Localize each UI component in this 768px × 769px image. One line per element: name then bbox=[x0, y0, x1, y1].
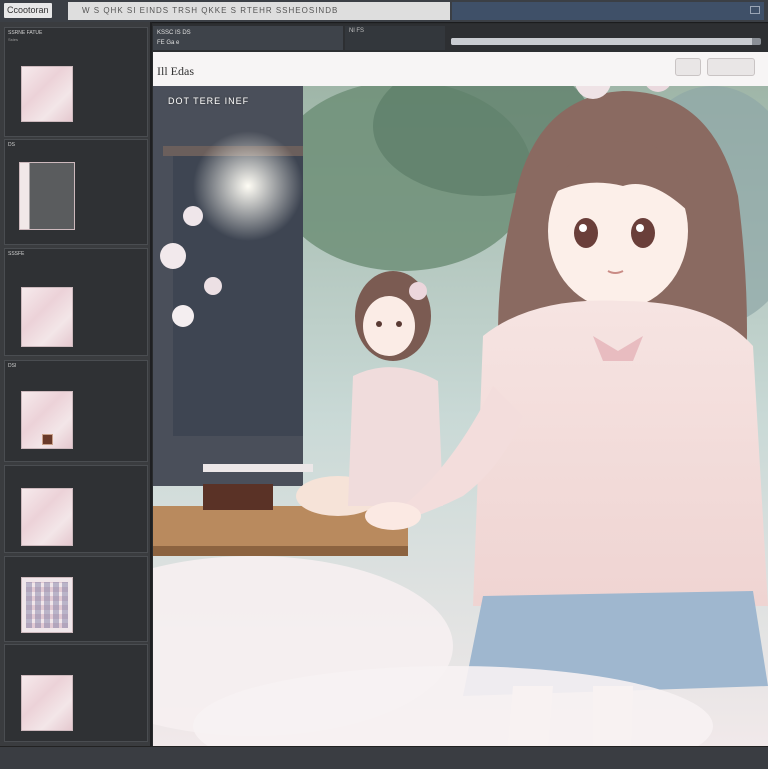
address-bar[interactable]: W S QHK SI EINDS TRSH QKKE S RTEHR SSHEO… bbox=[68, 2, 450, 20]
tab-secondary[interactable]: Nl FS bbox=[345, 26, 445, 50]
thumbnail[interactable] bbox=[21, 488, 73, 546]
sidebar-item-2[interactable]: DS bbox=[4, 139, 148, 245]
thumbnail[interactable] bbox=[21, 675, 73, 731]
window-maximize-icon[interactable] bbox=[750, 6, 760, 14]
sidebar-item-label: DSI bbox=[8, 363, 17, 369]
sidebar-item-label: SSRNE FATUE bbox=[8, 30, 43, 36]
sidebar-item-7[interactable] bbox=[4, 644, 148, 742]
toolbar-strip bbox=[452, 2, 764, 20]
tab-secondary-label: Nl FS bbox=[349, 28, 364, 34]
thumbnail[interactable] bbox=[19, 162, 75, 230]
image-header: Ill Edas bbox=[153, 52, 768, 87]
mini-grid-preview bbox=[26, 582, 68, 628]
viewer-tabs: KSSC IS DS FE Ga e Nl FS bbox=[153, 24, 768, 53]
title-bar: Ccootoran W S QHK SI EINDS TRSH QKKE S R… bbox=[0, 0, 768, 23]
progress-bar bbox=[451, 38, 761, 45]
sidebar-item-sub: Sstes bbox=[8, 37, 19, 42]
sidebar-item-label: SSSFE bbox=[8, 251, 25, 257]
thumbnail[interactable] bbox=[21, 287, 73, 347]
status-bar bbox=[0, 746, 768, 769]
thumbnail[interactable] bbox=[21, 391, 73, 449]
header-button-1[interactable] bbox=[675, 58, 701, 76]
tab-main-label: KSSC IS DS bbox=[157, 30, 191, 36]
sidebar-item-label: DS bbox=[8, 142, 15, 148]
tab-main-sub: FE Ga e bbox=[157, 40, 180, 46]
sidebar: SSRNE FATUE Sstes DS SSSFE DSI bbox=[0, 22, 152, 746]
header-button-2[interactable] bbox=[707, 58, 755, 76]
anime-illustration bbox=[153, 86, 768, 746]
image-canvas[interactable] bbox=[153, 86, 768, 746]
sidebar-item-4[interactable]: DSI bbox=[4, 360, 148, 462]
sidebar-item-5[interactable] bbox=[4, 465, 148, 553]
sidebar-item-3[interactable]: SSSFE bbox=[4, 248, 148, 356]
thumbnail[interactable] bbox=[21, 66, 73, 122]
sidebar-item-1[interactable]: SSRNE FATUE Sstes bbox=[4, 27, 148, 137]
image-title: Ill Edas bbox=[157, 64, 194, 78]
sidebar-item-6[interactable] bbox=[4, 556, 148, 642]
thumbnail[interactable] bbox=[21, 577, 73, 633]
image-badge-icon bbox=[42, 434, 53, 445]
image-caption: DOT TERE INEF bbox=[168, 96, 250, 106]
tab-main[interactable]: KSSC IS DS FE Ga e bbox=[153, 26, 343, 50]
progress-fill bbox=[451, 38, 752, 45]
app-title[interactable]: Ccootoran bbox=[4, 3, 52, 18]
